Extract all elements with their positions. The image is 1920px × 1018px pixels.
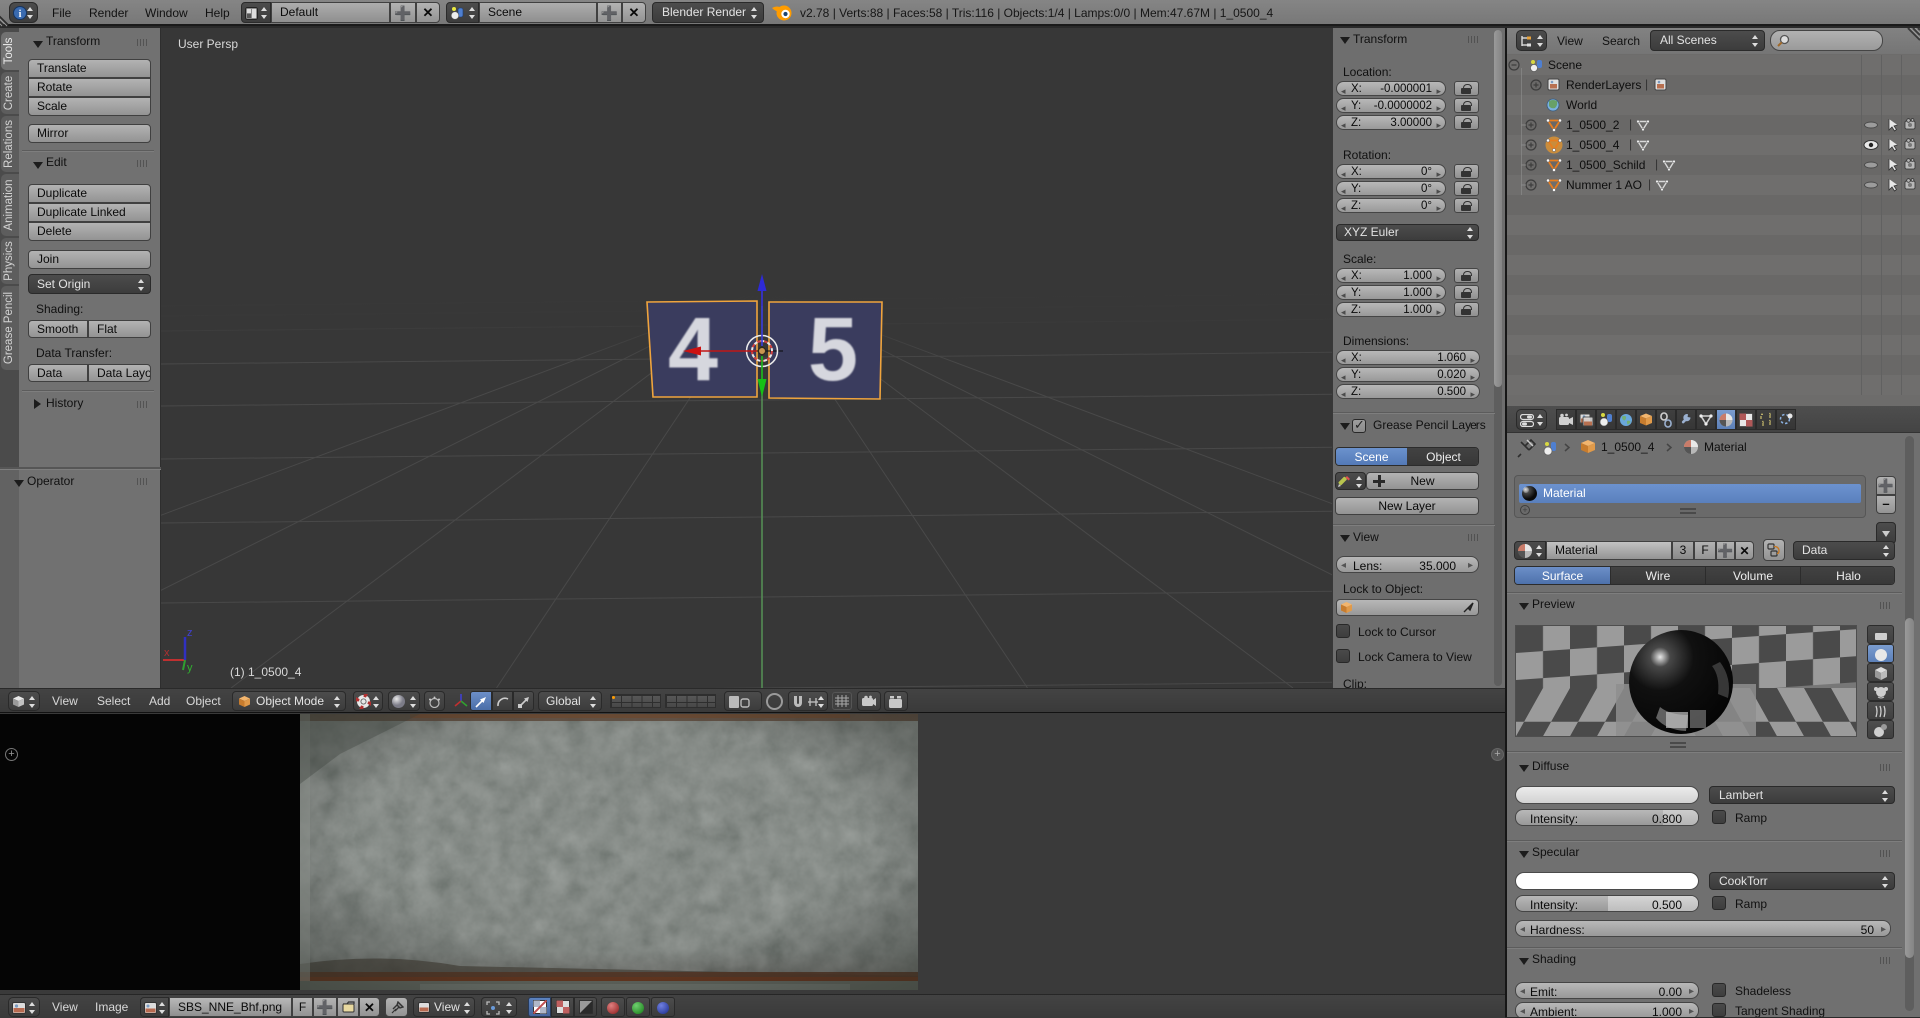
svg-text:World: World: [1566, 98, 1597, 112]
svg-text:Scene: Scene: [1548, 58, 1582, 72]
svg-text:Nummer 1 AO: Nummer 1 AO: [1566, 178, 1642, 192]
svg-text:z: z: [187, 627, 193, 639]
svg-text:RenderLayers: RenderLayers: [1566, 78, 1641, 92]
svg-text:y: y: [187, 662, 193, 674]
svg-text:|: |: [1629, 117, 1632, 131]
svg-text:1_0500_4: 1_0500_4: [1601, 440, 1655, 454]
svg-text:|: |: [1655, 157, 1658, 171]
svg-text:|: |: [1629, 137, 1632, 151]
svg-text:1_0500_Schild: 1_0500_Schild: [1566, 158, 1645, 172]
svg-text:1_0500_2: 1_0500_2: [1566, 118, 1620, 132]
svg-text:|: |: [1648, 177, 1651, 191]
svg-text:i: i: [19, 9, 22, 20]
svg-text:5: 5: [808, 300, 858, 400]
svg-text:1_0500_4: 1_0500_4: [1566, 138, 1620, 152]
svg-text:|: |: [1645, 77, 1648, 91]
svg-text:Material: Material: [1704, 440, 1747, 454]
svg-text:x: x: [164, 647, 170, 659]
